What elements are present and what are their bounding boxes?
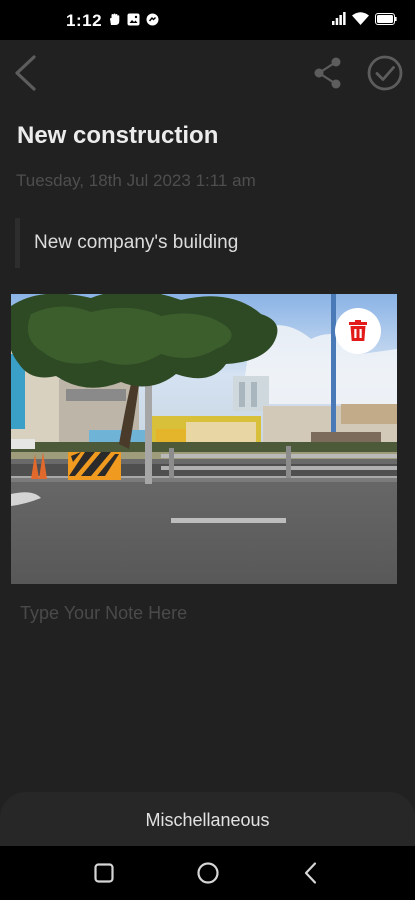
note-body-input[interactable] [20,603,390,624]
notification-icons [108,13,159,26]
navigation-bar [0,846,415,900]
delete-photo-button[interactable] [335,308,381,354]
signal-icon [332,12,346,30]
note-editor-screen: 1:12 New construction Tuesday, 18th Jul … [0,0,415,900]
category-label: Mischellaneous [145,810,270,830]
recents-button[interactable] [90,859,118,887]
share-icon [314,57,341,89]
hand-icon [108,13,121,26]
back-button[interactable] [10,54,44,92]
chat-bubble-icon [146,13,159,26]
check-circle-icon [367,55,403,91]
system-back-button[interactable] [297,859,325,887]
status-bar: 1:12 [0,0,415,40]
battery-icon [375,12,397,30]
chevron-left-icon [15,55,36,91]
note-subtitle: New company's building [34,232,239,253]
status-time: 1:12 [66,11,103,30]
save-button[interactable] [366,54,404,92]
back-icon [304,862,317,884]
share-button[interactable] [312,56,344,90]
home-icon [197,862,219,884]
system-icons [332,12,397,30]
image-icon [127,13,140,26]
recents-icon [94,863,114,883]
home-button[interactable] [194,859,222,887]
trash-icon [349,320,367,341]
category-selector[interactable]: Mischellaneous [0,792,415,846]
wifi-icon [352,12,369,30]
note-subtitle-block[interactable]: New company's building [15,218,405,268]
note-date: Tuesday, 18th Jul 2023 1:11 am [16,171,256,190]
note-title[interactable]: New construction [17,122,218,150]
